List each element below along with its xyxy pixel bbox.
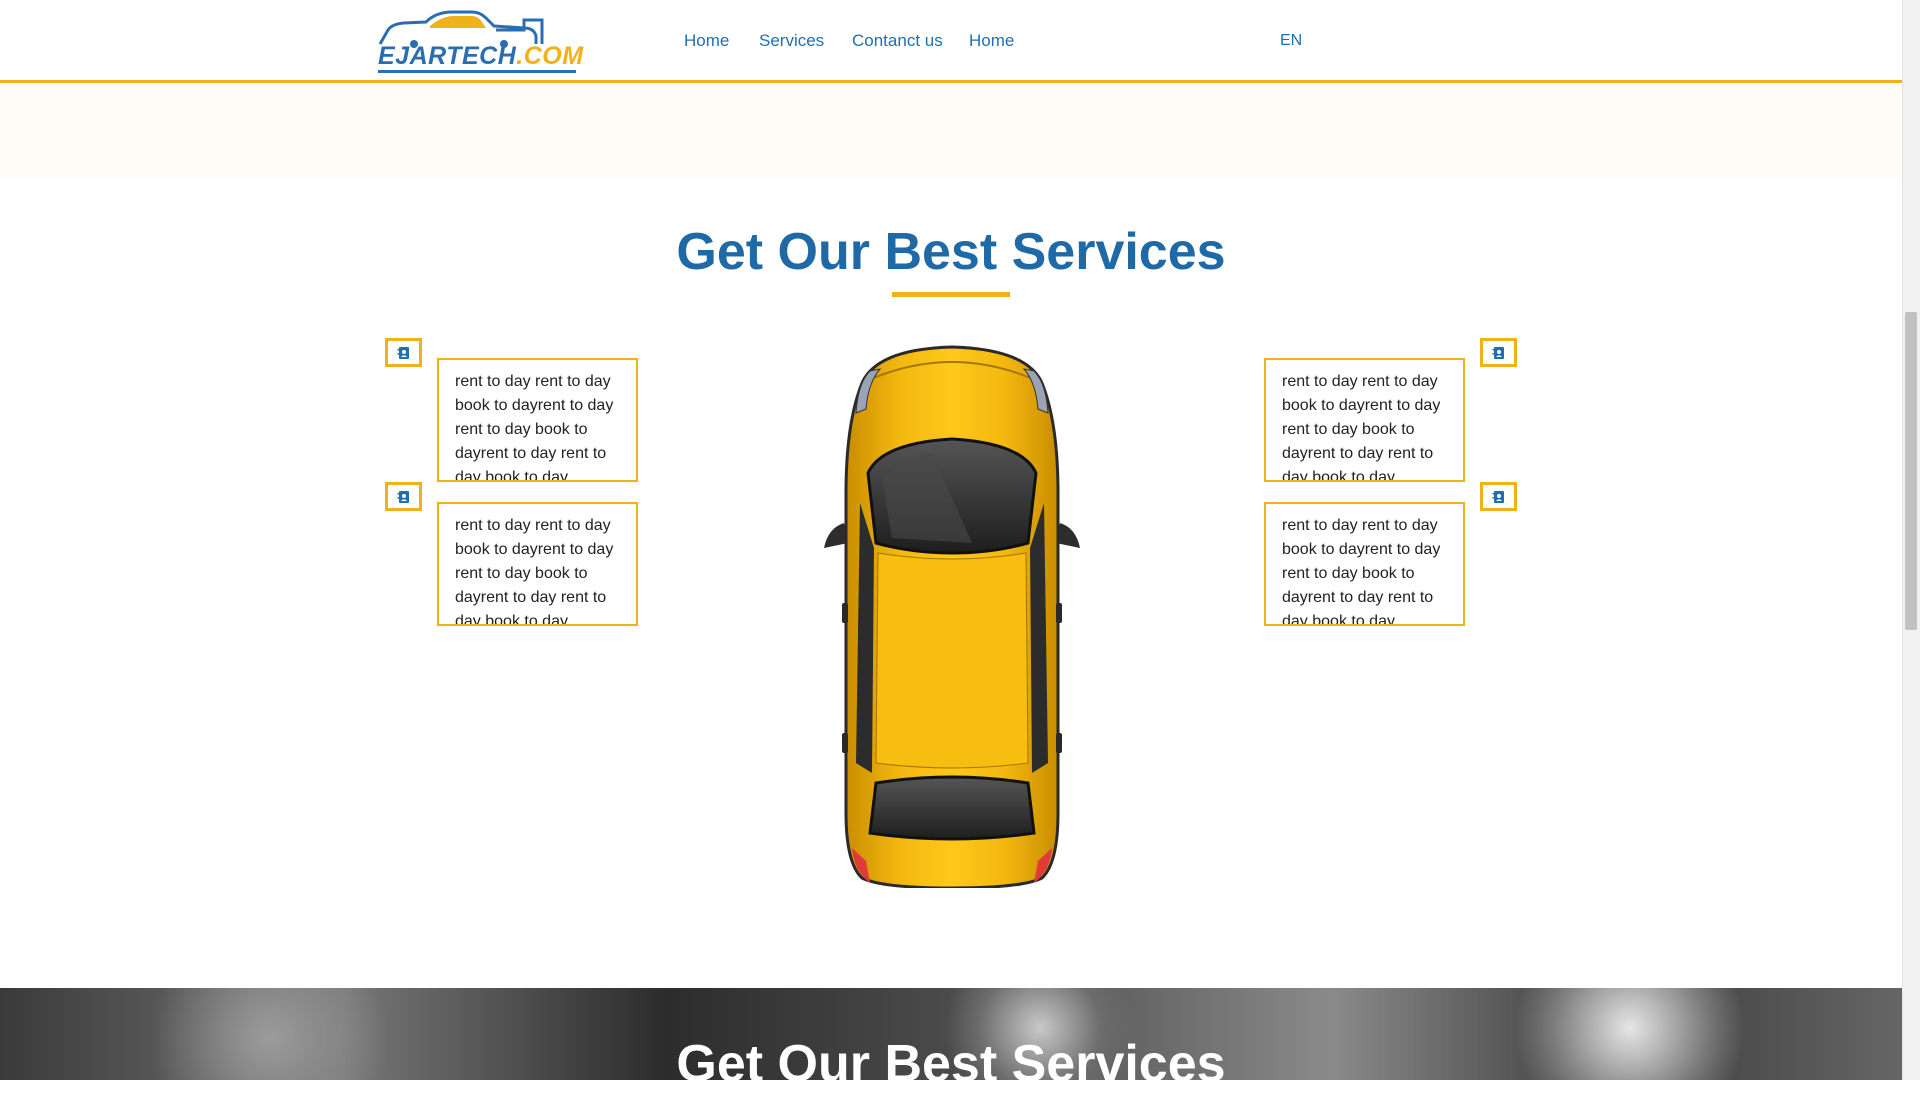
- contact-book-icon: [1492, 346, 1504, 359]
- services-title: Get Our Best Services: [676, 223, 1226, 281]
- service-icon-box-3: [1480, 338, 1517, 367]
- service-card-4: rent to day rent to day book to dayrent …: [1264, 502, 1465, 626]
- hero-band: [0, 83, 1902, 177]
- scrollbar-thumb[interactable]: [1905, 312, 1917, 630]
- service-card-2: rent to day rent to day book to dayrent …: [437, 502, 638, 626]
- service-card-1: rent to day rent to day book to dayrent …: [437, 358, 638, 482]
- service-card-text: rent to day rent to day book to dayrent …: [455, 517, 614, 626]
- service-icon-box-4: [1480, 482, 1517, 511]
- contact-book-icon: [397, 346, 409, 359]
- service-card-3: rent to day rent to day book to dayrent …: [1264, 358, 1465, 482]
- site-header: EJARTECH.COM Home Services Contanct us H…: [0, 0, 1902, 83]
- logo-wordmark: EJARTECH.COM: [378, 42, 584, 70]
- banner-title: Get Our Best Services: [676, 1035, 1226, 1093]
- language-switcher[interactable]: EN: [1280, 32, 1302, 50]
- title-underline: [892, 292, 1010, 297]
- contact-book-icon: [1492, 490, 1504, 503]
- service-card-text: rent to day rent to day book to dayrent …: [455, 373, 614, 482]
- yellow-car-top-view: [824, 345, 1080, 888]
- nav-contact[interactable]: Contanct us: [852, 31, 943, 51]
- contact-book-icon: [397, 490, 409, 503]
- service-icon-box-1: [385, 338, 422, 367]
- nav-home[interactable]: Home: [684, 31, 729, 51]
- logo-underline: [378, 70, 576, 73]
- service-icon-box-2: [385, 482, 422, 511]
- service-card-text: rent to day rent to day book to dayrent …: [1282, 517, 1441, 626]
- nav-services[interactable]: Services: [759, 31, 824, 51]
- service-card-text: rent to day rent to day book to dayrent …: [1282, 373, 1441, 482]
- nav-home-2[interactable]: Home: [969, 31, 1014, 51]
- site-logo[interactable]: EJARTECH.COM: [374, 8, 583, 74]
